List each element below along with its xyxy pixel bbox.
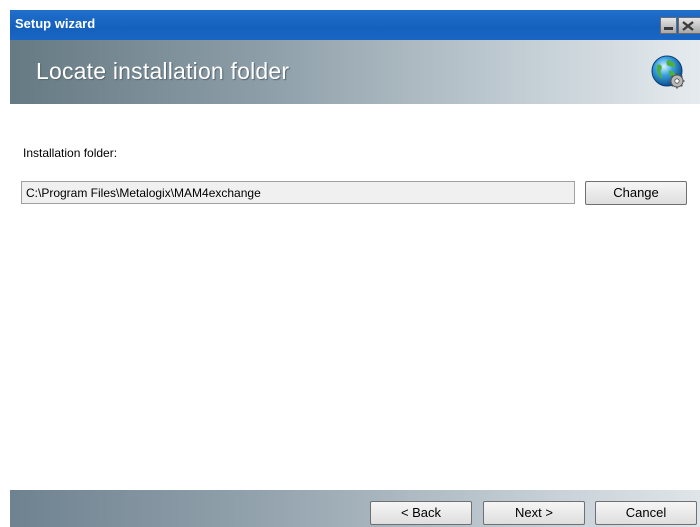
close-icon — [682, 21, 694, 31]
window-title: Setup wizard — [15, 16, 96, 31]
next-button[interactable]: Next > — [483, 501, 585, 525]
close-button[interactable] — [678, 17, 700, 34]
title-bar[interactable]: Setup wizard — [10, 10, 700, 40]
minimize-button[interactable] — [660, 17, 677, 34]
installation-folder-input[interactable] — [21, 181, 575, 204]
minimize-icon — [664, 27, 673, 30]
wizard-header: Locate installation folder — [10, 40, 700, 104]
wizard-footer: < Back Next > Cancel — [10, 490, 700, 527]
setup-wizard-window: Setup wizard Locate installation folder — [10, 10, 700, 527]
content-area: Installation folder: Change — [10, 104, 700, 490]
cancel-button[interactable]: Cancel — [595, 501, 697, 525]
back-button[interactable]: < Back — [370, 501, 472, 525]
installation-folder-label: Installation folder: — [23, 146, 118, 160]
page-title: Locate installation folder — [36, 58, 290, 84]
globe-gear-icon — [651, 55, 685, 89]
change-button[interactable]: Change — [585, 181, 687, 205]
